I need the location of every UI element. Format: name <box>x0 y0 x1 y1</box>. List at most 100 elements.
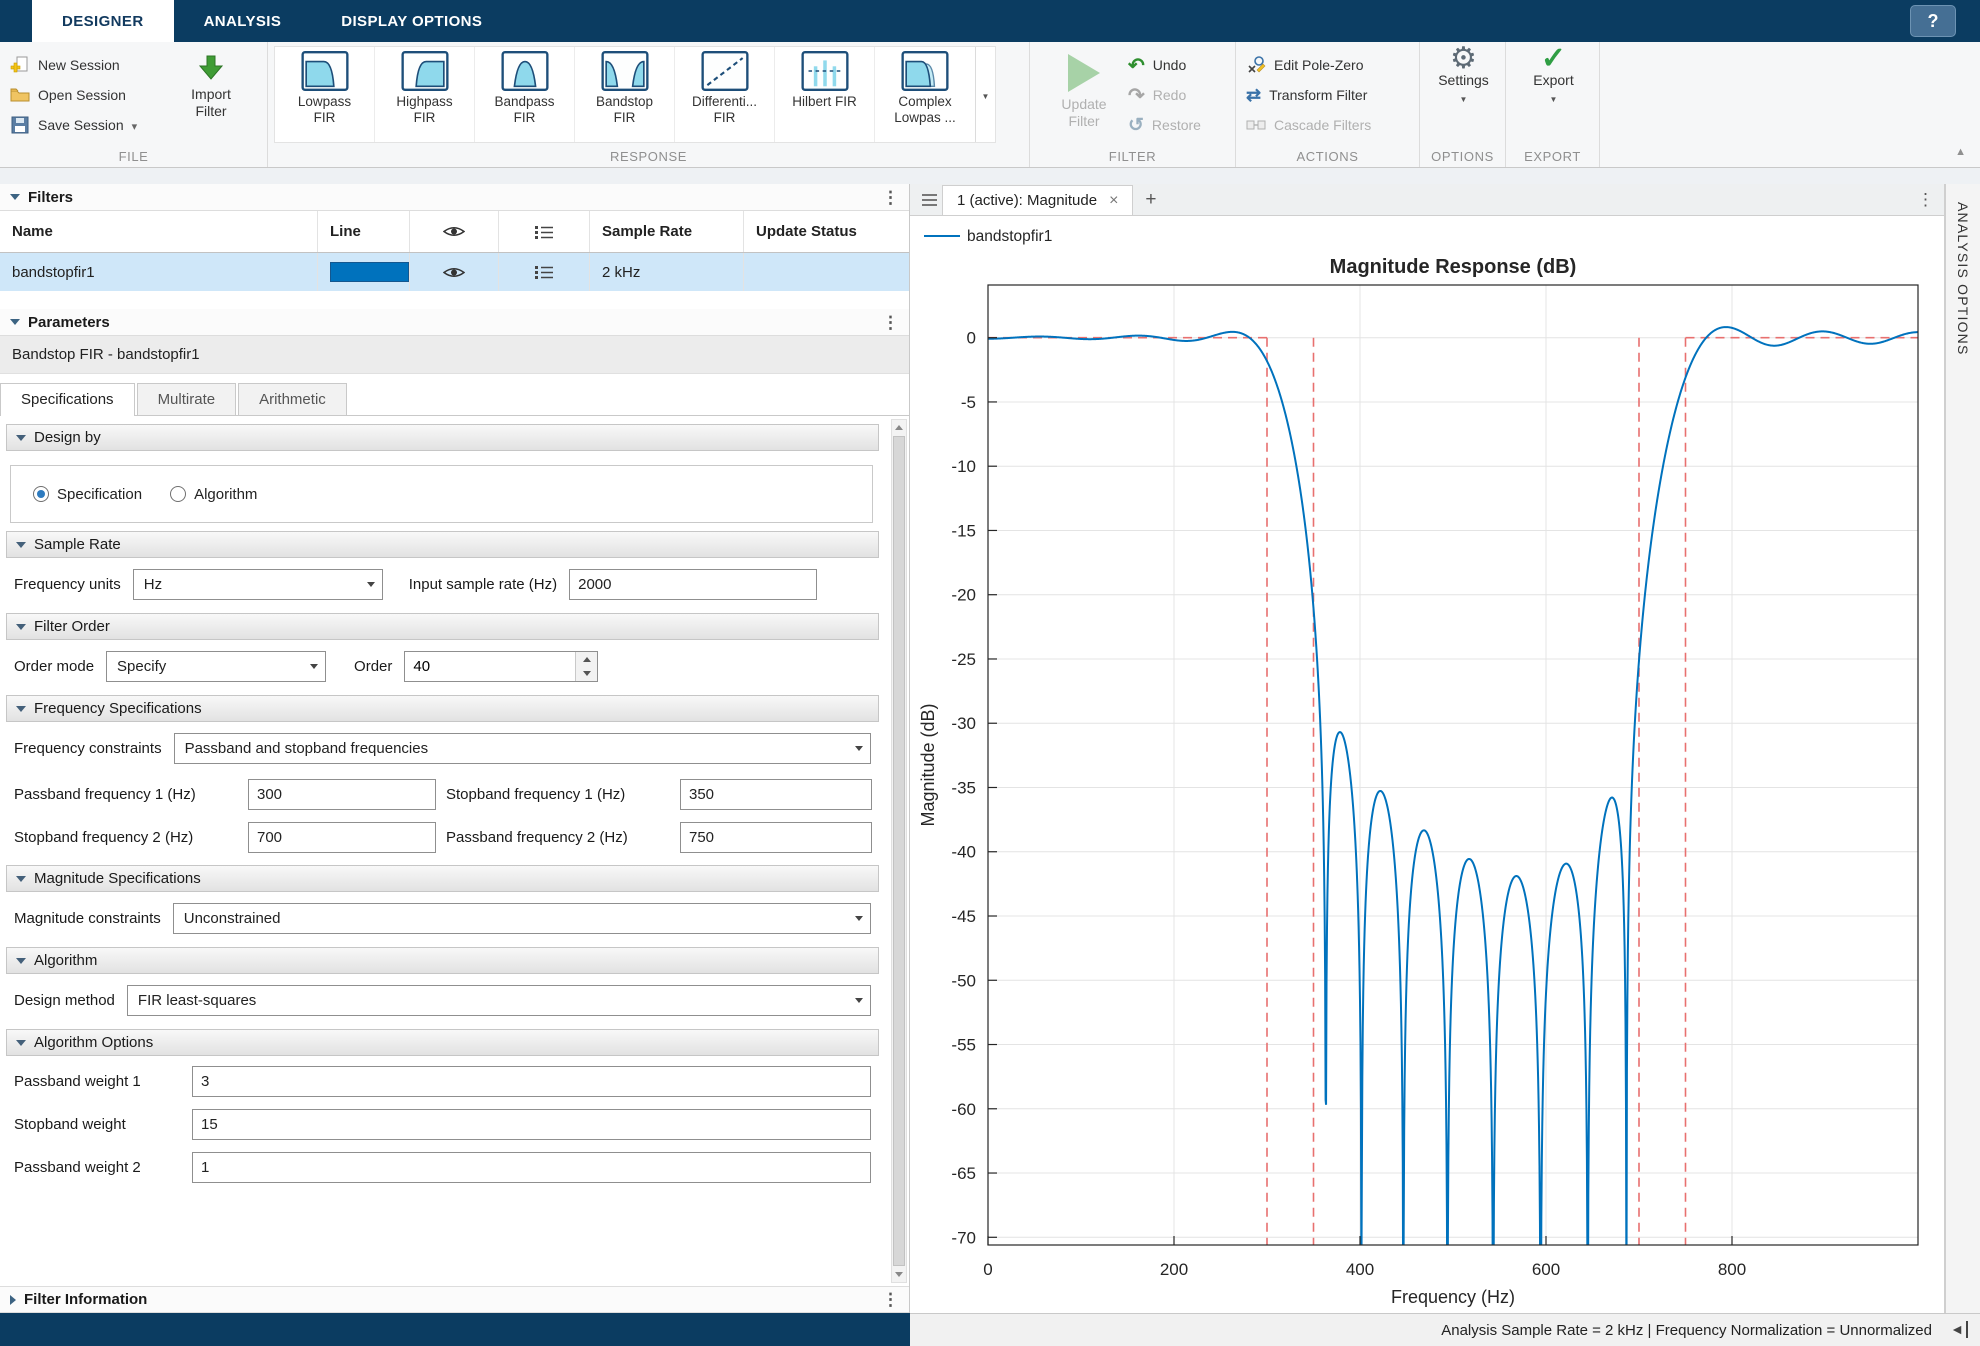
restore-button[interactable]: Restore <box>1128 110 1201 140</box>
frequency-constraints-select[interactable]: Passband and stopband frequencies <box>174 733 871 764</box>
restore-icon <box>1128 114 1144 137</box>
tab-analysis[interactable]: ANALYSIS <box>174 0 312 42</box>
tab-designer[interactable]: DESIGNER <box>32 0 174 42</box>
bandpass-fir-button[interactable]: BandpassFIR <box>475 47 575 142</box>
chevron-down-icon <box>848 734 870 763</box>
save-session-button[interactable]: Save Session <box>10 110 168 140</box>
table-empty-area <box>0 291 909 309</box>
differentiator-fir-button[interactable]: Differenti...FIR <box>675 47 775 142</box>
ribbon-collapse-chevron-icon[interactable] <box>1955 146 1966 158</box>
close-icon[interactable]: × <box>1109 192 1118 210</box>
collapse-triangle-icon <box>16 958 26 964</box>
filter-name-cell: bandstopfir1 <box>0 253 318 291</box>
ribbon-section-options: Settings OPTIONS <box>1420 42 1506 167</box>
design-method-select[interactable]: FIR least-squares <box>127 985 871 1016</box>
collapse-triangle-icon <box>16 435 26 441</box>
svg-text:-10: -10 <box>951 457 976 476</box>
algorithm-options-section-header[interactable]: Algorithm Options <box>6 1029 879 1056</box>
bandstop-fir-button[interactable]: BandstopFIR <box>575 47 675 142</box>
section-algorithm: Algorithm Design method FIR least-square… <box>0 947 885 1021</box>
response-gallery-expand-button[interactable] <box>975 47 995 142</box>
undo-button[interactable]: Undo <box>1128 50 1201 80</box>
sample-rate-section-header[interactable]: Sample Rate <box>6 531 879 558</box>
collapse-triangle-icon <box>16 706 26 712</box>
tab-multirate[interactable]: Multirate <box>137 383 237 415</box>
eye-icon <box>443 265 465 280</box>
open-session-button[interactable]: Open Session <box>10 80 168 110</box>
stopband-freq1-field[interactable] <box>680 779 872 810</box>
sample-rate-cell: 2 kHz <box>590 253 744 291</box>
scroll-up-icon[interactable] <box>892 420 906 435</box>
filter-designer-app: DESIGNER ANALYSIS DISPLAY OPTIONS ? New … <box>0 0 1980 1346</box>
frequency-specs-section-header[interactable]: Frequency Specifications <box>6 695 879 722</box>
cascade-filters-button[interactable]: Cascade Filters <box>1246 110 1411 140</box>
filters-table: Name Line Sample Rate Update Status band… <box>0 211 909 309</box>
status-bar: Analysis Sample Rate = 2 kHz | Frequency… <box>910 1313 1980 1346</box>
filter-information-menu-button[interactable] <box>882 1291 899 1308</box>
import-filter-button[interactable]: Import Filter <box>168 50 254 120</box>
passband-freq1-field[interactable] <box>248 779 436 810</box>
scroll-down-icon[interactable] <box>892 1267 906 1282</box>
svg-text:-30: -30 <box>951 714 976 733</box>
tab-arithmetic[interactable]: Arithmetic <box>238 383 347 415</box>
stopband-weight-field[interactable] <box>192 1109 871 1140</box>
filter-order-section-header[interactable]: Filter Order <box>6 613 879 640</box>
radio-algorithm[interactable]: Algorithm <box>170 486 257 503</box>
update-filter-button[interactable]: Update Filter <box>1040 50 1128 130</box>
filter-table-row[interactable]: bandstopfir1 2 kHz <box>0 253 909 291</box>
input-sample-rate-field[interactable] <box>569 569 817 600</box>
parameters-panel-header[interactable]: Parameters <box>0 309 909 336</box>
magnitude-specs-section-header[interactable]: Magnitude Specifications <box>6 865 879 892</box>
magnitude-constraints-select[interactable]: Unconstrained <box>173 903 871 934</box>
spinner-down-button[interactable] <box>576 667 597 682</box>
annotation-toggle[interactable] <box>499 253 590 291</box>
chevron-down-icon <box>848 986 870 1015</box>
design-by-section-header[interactable]: Design by <box>6 424 879 451</box>
order-field[interactable] <box>405 652 575 681</box>
plot-menu-button[interactable] <box>1917 184 1934 215</box>
help-button[interactable]: ? <box>1910 5 1956 37</box>
lowpass-fir-button[interactable]: LowpassFIR <box>275 47 375 142</box>
parameters-scrollbar[interactable] <box>891 419 907 1283</box>
frequency-units-select[interactable]: Hz <box>133 569 383 600</box>
dock-to-left-icon[interactable] <box>1950 1321 1968 1338</box>
new-session-button[interactable]: New Session <box>10 50 168 80</box>
save-session-caret-icon[interactable] <box>132 117 138 133</box>
add-plot-tab-button[interactable]: + <box>1133 184 1168 215</box>
export-button[interactable]: Export <box>1533 50 1573 108</box>
stopband-freq2-field[interactable] <box>248 822 436 853</box>
tab-display-options[interactable]: DISPLAY OPTIONS <box>311 0 512 42</box>
frequency-constraints-label: Frequency constraints <box>14 740 162 757</box>
passband-weight1-field[interactable] <box>192 1066 871 1097</box>
settings-button[interactable]: Settings <box>1438 50 1489 108</box>
section-label-options: OPTIONS <box>1420 149 1505 164</box>
passband-weight2-field[interactable] <box>192 1152 871 1183</box>
highpass-fir-button[interactable]: HighpassFIR <box>375 47 475 142</box>
spinner-up-button[interactable] <box>576 652 597 667</box>
undo-icon <box>1128 53 1145 78</box>
scrollbar-thumb[interactable] <box>893 436 905 1266</box>
order-mode-select[interactable]: Specify <box>106 651 326 682</box>
passband-freq2-field[interactable] <box>680 822 872 853</box>
collapse-triangle-icon <box>10 319 20 325</box>
redo-button[interactable]: Redo <box>1128 80 1201 110</box>
filters-menu-button[interactable] <box>882 189 899 206</box>
magnitude-plot-tab[interactable]: 1 (active): Magnitude × <box>942 185 1133 215</box>
algorithm-section-header[interactable]: Algorithm <box>6 947 879 974</box>
visibility-toggle[interactable] <box>410 253 499 291</box>
edit-pole-zero-button[interactable]: Edit Pole-Zero <box>1246 50 1411 80</box>
plot-dock-menu-icon[interactable] <box>916 184 942 215</box>
svg-text:bandstopfir1: bandstopfir1 <box>967 228 1052 245</box>
complex-lowpass-fir-button[interactable]: ComplexLowpas ... <box>875 47 975 142</box>
filter-information-header[interactable]: Filter Information <box>0 1286 909 1313</box>
analysis-options-strip[interactable]: ANALYSIS OPTIONS <box>1945 184 1980 1313</box>
radio-specification[interactable]: Specification <box>33 486 142 503</box>
svg-text:800: 800 <box>1718 1260 1746 1279</box>
chevron-down-icon <box>982 86 990 103</box>
transform-filter-button[interactable]: Transform Filter <box>1246 80 1411 110</box>
line-swatch[interactable] <box>330 262 409 282</box>
filters-panel-header[interactable]: Filters <box>0 184 909 211</box>
tab-specifications[interactable]: Specifications <box>0 383 135 416</box>
parameters-menu-button[interactable] <box>882 314 899 331</box>
hilbert-fir-button[interactable]: Hilbert FIR <box>775 47 875 142</box>
